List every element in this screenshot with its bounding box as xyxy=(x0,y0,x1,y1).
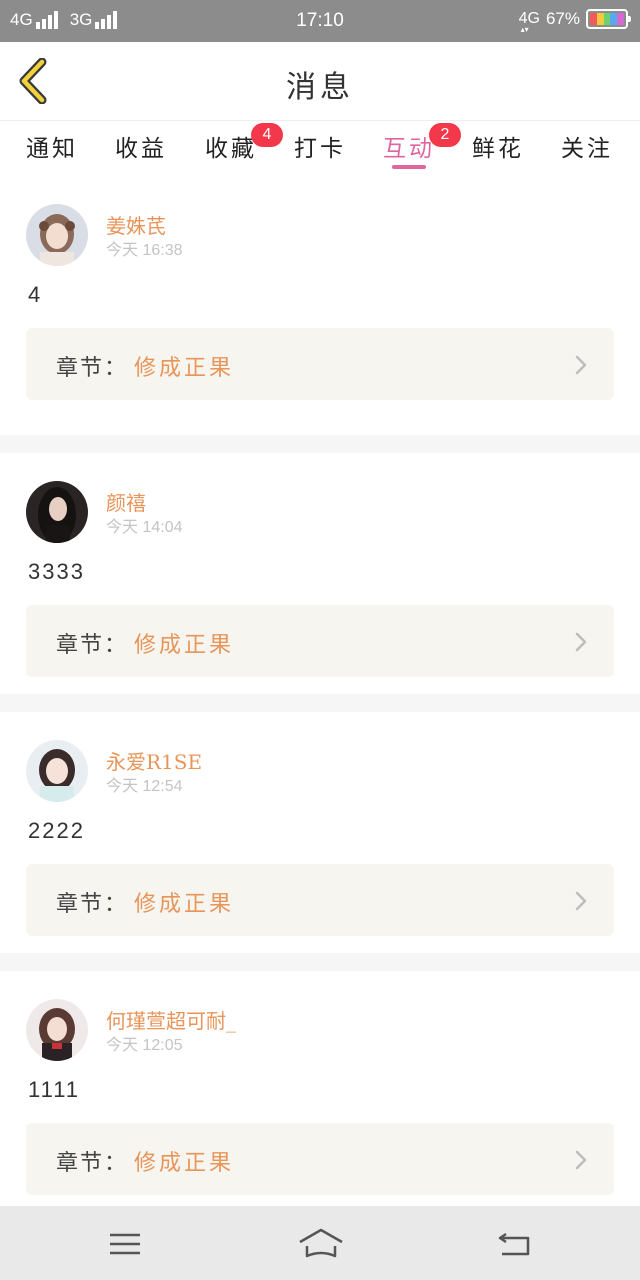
home-icon[interactable] xyxy=(295,1224,347,1264)
timestamp: 今天 14:04 xyxy=(106,519,183,536)
header: 消息 xyxy=(0,42,640,120)
tab-label: 互动 xyxy=(383,136,435,162)
avatar[interactable] xyxy=(26,204,88,266)
tab-label: 打卡 xyxy=(294,136,346,162)
chevron-right-icon xyxy=(575,355,587,375)
menu-icon[interactable] xyxy=(100,1224,150,1264)
chapter-name: 修成正果 xyxy=(134,356,235,381)
back-arrow-icon[interactable] xyxy=(492,1224,542,1264)
username[interactable]: 姜姝芪 xyxy=(106,210,166,239)
badge-count: 4 xyxy=(251,123,283,147)
avatar[interactable] xyxy=(26,999,88,1061)
active-tab-indicator xyxy=(392,165,426,169)
tab-label: 鲜花 xyxy=(472,136,524,162)
tab-label: 通知 xyxy=(26,136,78,162)
avatar[interactable] xyxy=(26,481,88,543)
list-item: 颜禧 今天 14:04 3333 章节： 修成正果 xyxy=(0,453,640,694)
chapter-name: 修成正果 xyxy=(134,892,235,917)
timestamp: 今天 12:05 xyxy=(106,1037,183,1054)
tab-label: 收藏 xyxy=(205,136,257,162)
message-list: 姜姝芪 今天 16:38 4 章节： 修成正果 颜禧 今天 14:04 3333 xyxy=(0,176,640,1212)
username[interactable]: 颜禧 xyxy=(106,487,146,516)
timestamp: 今天 12:54 xyxy=(106,778,183,795)
tab-following[interactable]: 关注 xyxy=(557,129,617,163)
tab-label: 关注 xyxy=(561,136,613,162)
chevron-right-icon xyxy=(575,632,587,652)
chevron-right-icon xyxy=(575,891,587,911)
chapter-link[interactable]: 章节： 修成正果 xyxy=(26,328,614,400)
chapter-link[interactable]: 章节： 修成正果 xyxy=(26,605,614,677)
chapter-label: 章节： xyxy=(56,633,129,658)
chevron-right-icon xyxy=(575,1150,587,1170)
page-title: 消息 xyxy=(286,70,354,105)
message-text: 4 xyxy=(28,282,43,307)
chapter-label: 章节： xyxy=(56,1151,129,1176)
list-item: 何瑾萱超可耐_ 今天 12:05 1111 章节： 修成正果 xyxy=(0,971,640,1212)
chapter-name: 修成正果 xyxy=(134,1151,235,1176)
divider xyxy=(0,435,640,453)
divider xyxy=(0,953,640,971)
tab-flowers[interactable]: 鲜花 xyxy=(468,129,528,163)
timestamp: 今天 16:38 xyxy=(106,242,183,259)
avatar[interactable] xyxy=(26,740,88,802)
tab-bar: 通知 收益 收藏 4 打卡 互动 2 鲜花 关注 xyxy=(0,120,640,176)
battery-icon xyxy=(586,9,631,29)
badge-count: 2 xyxy=(429,123,461,147)
network-label: 4G xyxy=(519,10,540,34)
tab-checkin[interactable]: 打卡 xyxy=(290,129,350,163)
status-bar: 4G 3G 17:10 4G 67% xyxy=(0,0,640,42)
chapter-label: 章节： xyxy=(56,356,129,381)
list-item: 姜姝芪 今天 16:38 4 章节： 修成正果 xyxy=(0,176,640,435)
chapter-link[interactable]: 章节： 修成正果 xyxy=(26,864,614,936)
message-text: 2222 xyxy=(28,818,85,843)
divider xyxy=(0,694,640,712)
chapter-name: 修成正果 xyxy=(134,633,235,658)
tab-label: 收益 xyxy=(115,136,167,162)
tab-interaction[interactable]: 互动 2 xyxy=(379,123,461,163)
message-text: 1111 xyxy=(28,1077,81,1102)
message-text: 3333 xyxy=(28,559,85,584)
tab-earnings[interactable]: 收益 xyxy=(111,129,171,163)
list-item: 永爱R1SE 今天 12:54 2222 章节： 修成正果 xyxy=(0,712,640,953)
tab-notifications[interactable]: 通知 xyxy=(22,129,82,163)
username[interactable]: 永爱R1SE xyxy=(106,746,202,775)
username[interactable]: 何瑾萱超可耐_ xyxy=(106,1005,236,1034)
battery-percent: 67% xyxy=(545,9,580,28)
app-root: 4G 3G 17:10 4G 67% 消息 通知 收益 收藏 xyxy=(0,0,640,1280)
status-right: 4G 67% xyxy=(519,9,631,34)
chapter-label: 章节： xyxy=(56,892,129,917)
chapter-link[interactable]: 章节： 修成正果 xyxy=(26,1123,614,1195)
tab-favorites[interactable]: 收藏 4 xyxy=(201,123,283,163)
system-nav-bar xyxy=(0,1206,640,1280)
